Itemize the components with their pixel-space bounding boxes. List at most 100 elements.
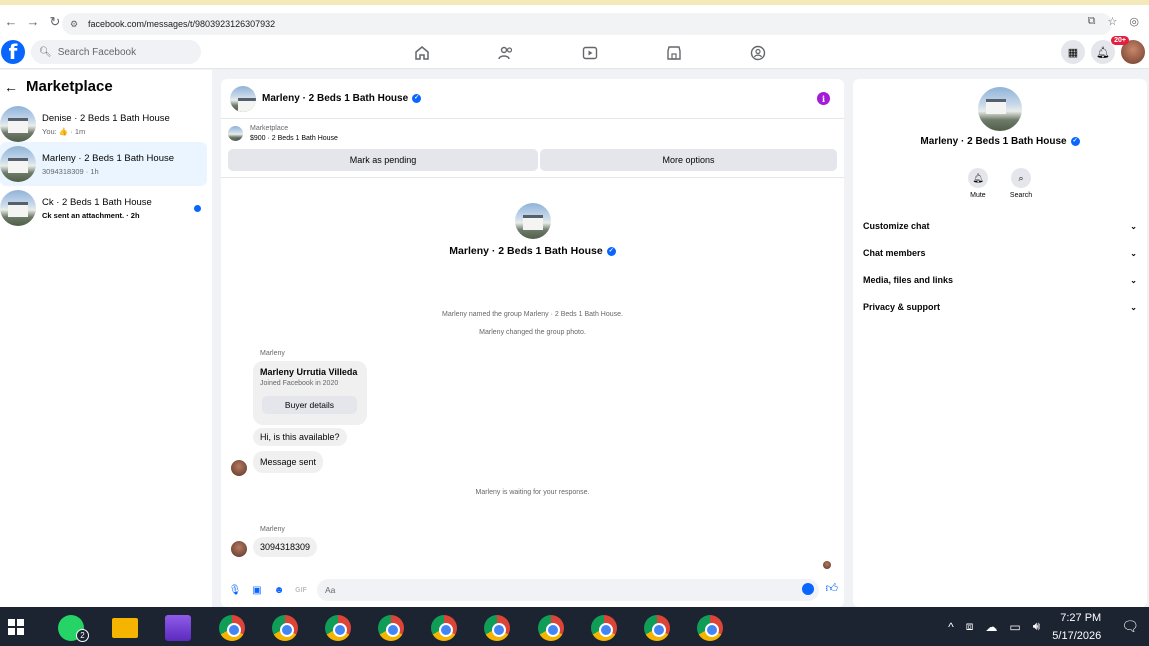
- chat-window: Marleny · 2 Beds 1 Bath House ✓ i Marketp…: [221, 79, 844, 607]
- buyer-name: Marleny Urrutia Villeda: [260, 367, 358, 377]
- listing-price-title: $900 · 2 Beds 1 Bath House: [250, 135, 338, 142]
- notification-center-icon[interactable]: 🗨︎: [1121, 618, 1139, 635]
- message-bubble[interactable]: Message sent: [253, 451, 324, 473]
- microphone-icon[interactable]: 🎙︎: [224, 579, 246, 601]
- volume-icon[interactable]: 🔊︎: [1033, 619, 1041, 634]
- profile-icon[interactable]: ◎: [1129, 15, 1139, 28]
- sender-avatar[interactable]: [231, 541, 247, 557]
- meet-icon[interactable]: ⧈: [966, 619, 974, 634]
- address-bar[interactable]: ⚙ facebook.com/messages/t/98039231263079…: [62, 13, 1112, 35]
- install-app-icon[interactable]: ⧉: [1088, 15, 1096, 28]
- nav-marketplace[interactable]: [632, 38, 716, 68]
- sender-avatar[interactable]: [231, 460, 247, 476]
- message-bubble[interactable]: 3094318309: [253, 537, 318, 557]
- customize-chat-section[interactable]: Customize chat ⌄: [863, 218, 1137, 234]
- section-label: Customize chat: [863, 221, 930, 231]
- thumbs-up-icon[interactable]: 👍︎: [825, 581, 838, 596]
- friends-icon: [498, 46, 513, 60]
- chrome-icon[interactable]: [484, 615, 510, 641]
- chat-title[interactable]: Marleny · 2 Beds 1 Bath House ✓: [262, 93, 422, 104]
- system-message: Marleny is waiting for your response.: [475, 489, 590, 496]
- photo-icon[interactable]: ▣: [246, 579, 268, 601]
- gif-icon[interactable]: GIF: [290, 579, 312, 601]
- chrome-icon[interactable]: [272, 615, 298, 641]
- nav-friends[interactable]: [464, 38, 548, 68]
- chrome-icon[interactable]: [325, 615, 351, 641]
- back-icon[interactable]: ←: [0, 11, 22, 33]
- whatsapp-icon[interactable]: 2: [58, 615, 89, 642]
- bell-icon: 🔔︎: [967, 168, 988, 188]
- nav-video[interactable]: [548, 38, 632, 68]
- forward-icon[interactable]: →: [22, 11, 44, 33]
- verified-badge-icon: ✓: [1070, 136, 1080, 146]
- chat-avatar[interactable]: [230, 85, 256, 112]
- home-icon: [415, 46, 429, 60]
- sender-name: Marleny: [260, 350, 285, 357]
- cloud-icon[interactable]: ☁: [985, 620, 997, 634]
- sticker-icon[interactable]: ☻: [268, 579, 290, 601]
- marketplace-label: Marketplace: [250, 125, 289, 132]
- buyer-details-button[interactable]: Buyer details: [262, 396, 357, 414]
- chat-intro: Marleny · 2 Beds 1 Bath House ✓: [221, 203, 844, 257]
- conversation-item-marleny[interactable]: Marleny · 2 Beds 1 Bath House 3094318309…: [0, 142, 207, 186]
- marketplace-icon: [667, 46, 681, 60]
- search-in-chat-button[interactable]: ⌕ Search: [1010, 168, 1032, 199]
- chat-info-header: Marleny · 2 Beds 1 Bath House ✓: [853, 87, 1147, 147]
- more-options-button[interactable]: More options: [540, 149, 837, 171]
- unread-indicator: [194, 205, 201, 212]
- mark-as-pending-button[interactable]: Mark as pending: [228, 149, 538, 171]
- conversation-name: Ck · 2 Beds 1 Bath House: [42, 196, 152, 208]
- message-bubble[interactable]: Hi, is this available?: [253, 428, 347, 446]
- marketplace-listing-row[interactable]: Marketplace $900 · 2 Beds 1 Bath House: [228, 125, 338, 142]
- listing-thumbnail: [0, 146, 36, 182]
- info-icon[interactable]: i: [817, 92, 830, 105]
- chrome-icon[interactable]: [378, 615, 404, 641]
- chrome-icon[interactable]: [697, 615, 723, 641]
- group-photo[interactable]: [978, 87, 1022, 131]
- chat-info-title: Marleny · 2 Beds 1 Bath House: [920, 136, 1067, 147]
- search-placeholder: Search Facebook: [57, 46, 137, 58]
- privacy-support-section[interactable]: Privacy & support ⌄: [863, 299, 1137, 315]
- file-explorer-icon[interactable]: [112, 618, 138, 638]
- conversation-item-denise[interactable]: Denise · 2 Beds 1 Bath House You: 👍 · 1m: [0, 102, 207, 146]
- network-icon[interactable]: ▭: [1009, 620, 1020, 634]
- url-text: facebook.com/messages/t/9803923126307932: [88, 19, 276, 29]
- notifications-bell-icon[interactable]: 🔔︎ 20+: [1091, 36, 1129, 64]
- nav-home[interactable]: [380, 38, 464, 68]
- emoji-icon[interactable]: [802, 583, 814, 595]
- clock-time: 7:27 PM: [1060, 611, 1102, 624]
- whatsapp-count-badge: 2: [76, 629, 89, 642]
- conversation-name: Denise · 2 Beds 1 Bath House: [42, 112, 170, 124]
- chrome-icon[interactable]: [644, 615, 670, 641]
- bookmark-star-icon[interactable]: ☆: [1108, 15, 1118, 28]
- site-settings-icon[interactable]: ⚙: [70, 19, 82, 30]
- system-message: Marleny named the group Marleny · 2 Beds…: [442, 311, 623, 318]
- mute-button[interactable]: 🔔︎ Mute: [967, 168, 988, 199]
- chrome-icon[interactable]: [431, 615, 457, 641]
- chat-intro-title: Marleny · 2 Beds 1 Bath House: [449, 245, 603, 257]
- media-files-links-section[interactable]: Media, files and links ⌄: [863, 272, 1137, 288]
- nav-groups[interactable]: [716, 38, 800, 68]
- chat-info-panel: Marleny · 2 Beds 1 Bath House ✓ 🔔︎ Mute ⌕…: [853, 79, 1147, 607]
- conversation-item-ck[interactable]: Ck · 2 Beds 1 Bath House Ck sent an atta…: [0, 186, 207, 230]
- app-icon[interactable]: [165, 615, 191, 641]
- chevron-down-icon: ⌄: [1130, 275, 1137, 285]
- menu-grid-icon[interactable]: ▦: [1061, 40, 1085, 64]
- facebook-logo-icon[interactable]: f: [1, 40, 25, 64]
- message-input[interactable]: Aa: [317, 579, 819, 601]
- back-arrow-icon[interactable]: ←: [4, 79, 18, 95]
- search-input[interactable]: 🔍︎ Search Facebook: [31, 40, 201, 64]
- windows-start-icon[interactable]: [8, 619, 24, 635]
- seen-indicator-avatar: [823, 561, 831, 569]
- chrome-icon[interactable]: [591, 615, 617, 641]
- chrome-icon[interactable]: [538, 615, 564, 641]
- chrome-icon[interactable]: [219, 615, 245, 641]
- message-composer: 🎙︎ ▣ ☻ GIF Aa 👍︎: [221, 577, 844, 603]
- chat-members-section[interactable]: Chat members ⌄: [863, 245, 1137, 261]
- chat-header: Marleny · 2 Beds 1 Bath House ✓ i: [221, 79, 844, 119]
- verified-badge-icon: ✓: [606, 246, 616, 256]
- chat-title-text: Marleny · 2 Beds 1 Bath House: [262, 93, 409, 104]
- fb-top-bar: f 🔍︎ Search Facebook ▦ 🔔︎ 20+: [0, 36, 1149, 69]
- chevron-up-icon[interactable]: ^: [948, 620, 954, 634]
- system-clock[interactable]: 7:27 PM 5/17/2026: [1052, 609, 1101, 645]
